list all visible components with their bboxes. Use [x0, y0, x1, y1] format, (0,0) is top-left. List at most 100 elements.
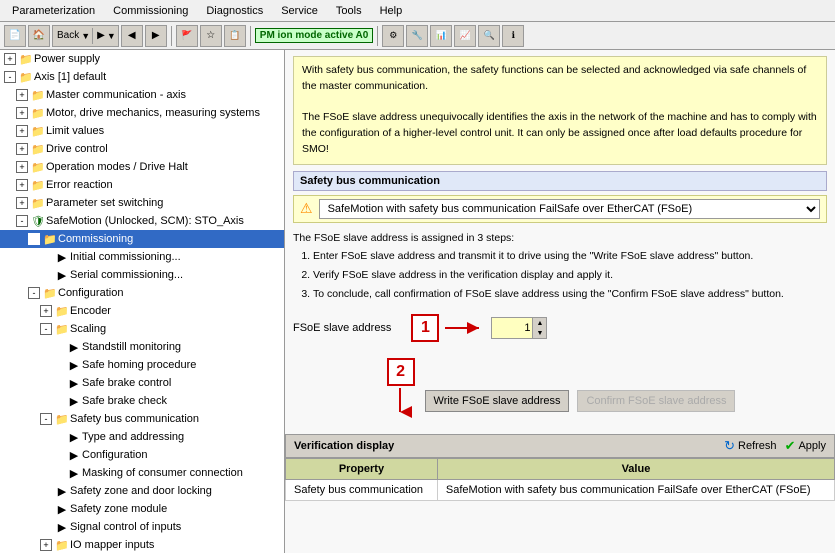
- apply-label: Apply: [798, 440, 826, 452]
- tree-param-switch[interactable]: + 📁 Parameter set switching: [0, 194, 284, 212]
- tree-safety-zone-module[interactable]: ▶ Safety zone module: [0, 500, 284, 518]
- expand-drive[interactable]: +: [16, 143, 28, 155]
- new-button[interactable]: 📄: [4, 25, 26, 47]
- tree-axis-default[interactable]: - 📁 Axis [1] default: [0, 68, 284, 86]
- expand-axis[interactable]: -: [4, 71, 16, 83]
- spin-down[interactable]: ▼: [532, 328, 546, 338]
- spin-buttons: ▲ ▼: [532, 318, 546, 338]
- expand-op[interactable]: +: [16, 161, 28, 173]
- expand-commissioning[interactable]: -: [28, 233, 40, 245]
- expand-master-comm[interactable]: +: [16, 89, 28, 101]
- tree-label-safety-bus: Safety bus communication: [70, 413, 199, 425]
- expand-param[interactable]: +: [16, 197, 28, 209]
- table-header-row: Property Value: [286, 459, 835, 480]
- tree-label-error: Error reaction: [46, 179, 113, 191]
- tree-type-addressing[interactable]: ▶ Type and addressing: [0, 428, 284, 446]
- menu-diagnostics[interactable]: Diagnostics: [198, 3, 271, 19]
- refresh-label: Refresh: [738, 440, 777, 452]
- confirm-fsoe-button[interactable]: Confirm FSoE slave address: [577, 390, 735, 412]
- refresh-button[interactable]: ↻ Refresh: [724, 438, 776, 454]
- menu-tools[interactable]: Tools: [328, 3, 370, 19]
- tree-safemotion[interactable]: - 🛡 SafeMotion (Unlocked, SCM): STO_Axis: [0, 212, 284, 230]
- content-area: With safety bus communication, the safet…: [285, 50, 835, 553]
- tree-limit[interactable]: + 📁 Limit values: [0, 122, 284, 140]
- verification-section: Verification display ↻ Refresh ✔ Apply P…: [285, 434, 835, 501]
- tree-drive-control[interactable]: + 📁 Drive control: [0, 140, 284, 158]
- expand-motor[interactable]: +: [16, 107, 28, 119]
- step1-badge: 1: [411, 314, 439, 342]
- verification-table: Property Value Safety bus communication …: [285, 458, 835, 501]
- tree-brake-check[interactable]: ▶ Safe brake check: [0, 392, 284, 410]
- tree-serial-comm[interactable]: ▶ Serial commissioning...: [0, 266, 284, 284]
- expand-config[interactable]: -: [28, 287, 40, 299]
- tree-commissioning[interactable]: - 📁 Commissioning: [0, 230, 284, 248]
- flag-button[interactable]: 🚩: [176, 25, 198, 47]
- config-folder-icon: 📁: [42, 285, 58, 301]
- star-button[interactable]: ☆: [200, 25, 222, 47]
- tree-masking[interactable]: ▶ Masking of consumer connection: [0, 464, 284, 482]
- tree-operation-modes[interactable]: + 📁 Operation modes / Drive Halt: [0, 158, 284, 176]
- expand-power-supply[interactable]: +: [4, 53, 16, 65]
- menu-commissioning[interactable]: Commissioning: [105, 3, 196, 19]
- back-button[interactable]: Back: [55, 30, 81, 41]
- bookmark-button[interactable]: 📋: [224, 25, 246, 47]
- spin-wrapper: ▲ ▼: [491, 317, 547, 339]
- steps-intro: The FSoE slave address is assigned in 3 …: [293, 229, 827, 248]
- home-button[interactable]: 🏠: [28, 25, 50, 47]
- tree-error[interactable]: + 📁 Error reaction: [0, 176, 284, 194]
- tree-configuration[interactable]: - 📁 Configuration: [0, 284, 284, 302]
- tree-signal-inputs[interactable]: ▶ Signal control of inputs: [0, 518, 284, 536]
- tree-label-signal-inputs: Signal control of inputs: [70, 521, 181, 533]
- tool-btn-3[interactable]: 📊: [430, 25, 452, 47]
- tree-brake-control[interactable]: ▶ Safe brake control: [0, 374, 284, 392]
- tree-initial-comm[interactable]: ▶ Initial commissioning...: [0, 248, 284, 266]
- arrow-icon8: ▶: [66, 447, 82, 463]
- forward-button[interactable]: ▶: [95, 30, 107, 41]
- menu-bar: Parameterization Commissioning Diagnosti…: [0, 0, 835, 22]
- tool-btn-6[interactable]: ℹ: [502, 25, 524, 47]
- arrow-icon5: ▶: [66, 375, 82, 391]
- safety-bus-dropdown[interactable]: SafeMotion with safety bus communication…: [319, 199, 820, 219]
- tool-btn-4[interactable]: 📈: [454, 25, 476, 47]
- tree-label-config-inner: Configuration: [82, 449, 147, 461]
- tree-standstill[interactable]: ▶ Standstill monitoring: [0, 338, 284, 356]
- expand-io[interactable]: +: [40, 539, 52, 551]
- tree-power-supply[interactable]: + 📁 Power supply: [0, 50, 284, 68]
- arrow-icon3: ▶: [66, 339, 82, 355]
- tree-label-power-supply: Power supply: [34, 53, 100, 65]
- expand-scaling[interactable]: -: [40, 323, 52, 335]
- tree-safety-bus[interactable]: - 📁 Safety bus communication: [0, 410, 284, 428]
- tree-label-drive: Drive control: [46, 143, 108, 155]
- expand-safety-bus[interactable]: -: [40, 413, 52, 425]
- tree-encoder[interactable]: + 📁 Encoder: [0, 302, 284, 320]
- nav-right[interactable]: ▶: [145, 25, 167, 47]
- write-fsoe-button[interactable]: Write FSoE slave address: [425, 390, 570, 412]
- tree-io-mapper[interactable]: + 📁 IO mapper inputs: [0, 536, 284, 553]
- apply-button[interactable]: ✔ Apply: [785, 438, 826, 454]
- tree-safety-zone[interactable]: ▶ Safety zone and door locking: [0, 482, 284, 500]
- spin-up[interactable]: ▲: [532, 318, 546, 328]
- expand-error[interactable]: +: [16, 179, 28, 191]
- expand-safe[interactable]: -: [16, 215, 28, 227]
- arrow-icon4: ▶: [66, 357, 82, 373]
- tree-scaling[interactable]: - 📁 Scaling: [0, 320, 284, 338]
- folder-icon: 📁: [18, 51, 34, 67]
- tool-btn-2[interactable]: 🔧: [406, 25, 428, 47]
- tree-config-inner[interactable]: ▶ Configuration: [0, 446, 284, 464]
- slave-address-input[interactable]: [492, 318, 532, 338]
- tool-btn-1[interactable]: ⚙: [382, 25, 404, 47]
- arrow-icon6: ▶: [66, 393, 82, 409]
- menu-service[interactable]: Service: [273, 3, 326, 19]
- menu-help[interactable]: Help: [372, 3, 411, 19]
- tree-label-initial: Initial commissioning...: [70, 251, 181, 263]
- tree-motor[interactable]: + 📁 Motor, drive mechanics, measuring sy…: [0, 104, 284, 122]
- tree-homing[interactable]: ▶ Safe homing procedure: [0, 356, 284, 374]
- menu-parameterization[interactable]: Parameterization: [4, 3, 103, 19]
- action-buttons-row: 2 Write FSoE slave address Confirm FSoE …: [293, 358, 827, 418]
- tree-master-comm[interactable]: + 📁 Master communication - axis: [0, 86, 284, 104]
- expand-encoder[interactable]: +: [40, 305, 52, 317]
- step2-badge: 2: [387, 358, 415, 386]
- tool-btn-5[interactable]: 🔍: [478, 25, 500, 47]
- nav-left[interactable]: ◀: [121, 25, 143, 47]
- expand-limit[interactable]: +: [16, 125, 28, 137]
